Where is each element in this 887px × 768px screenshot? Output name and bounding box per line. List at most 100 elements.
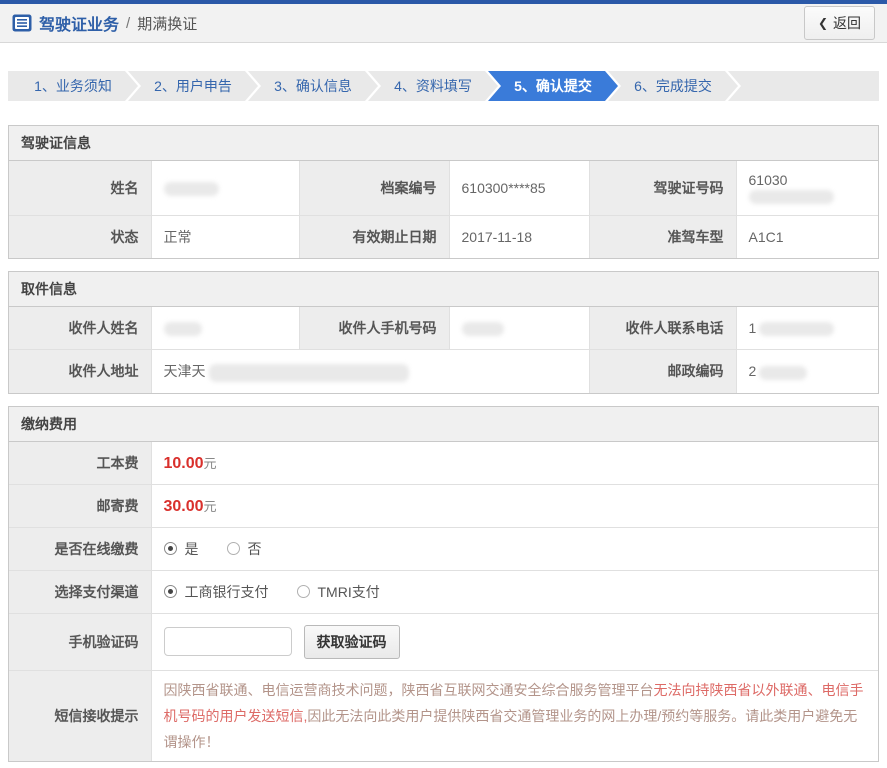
table-row: 收件人姓名 收件人手机号码 收件人联系电话 1 [8,306,879,351]
section-title: 取件信息 [9,272,878,308]
radio-option-tmri[interactable]: TMRI支付 [296,582,380,602]
radio-checked-icon[interactable] [163,585,177,599]
field-label: 工本费 [8,441,152,485]
table-row: 是否在线缴费 是 否 [8,526,879,571]
notice-segment: 因陕西省联通、电信运营商技术问题，陕西省互联网交通安全综合服务管理平台 [163,681,654,698]
field-value-prefix: 61030 [748,172,788,188]
field-label: 有效期止日期 [298,215,450,259]
page: 驾驶证业务 / 期满换证 ❮ 返回 1、业务须知 2、用户申告 3、确认信息 4… [0,0,887,768]
page-header: 驾驶证业务 / 期满换证 ❮ 返回 [0,4,887,43]
field-label: 是否在线缴费 [8,526,152,571]
step-tab-4[interactable]: 4、资料填写 [368,71,498,101]
field-label: 收件人地址 [8,349,152,394]
field-value: 2017-11-18 [448,215,590,259]
redacted-value [163,322,202,337]
section-title: 驾驶证信息 [9,126,878,161]
field-label: 档案编号 [298,160,450,217]
radio-label: TMRI支付 [317,583,380,600]
radio-checked-icon[interactable] [163,542,177,556]
sms-code-field: 获取验证码 [150,612,879,671]
radio-option-icbc[interactable]: 工商银行支付 [163,582,269,602]
radio-label: 工商银行支付 [184,583,269,600]
table-row: 收件人地址 天津天 邮政编码 2 [8,349,879,394]
get-code-button[interactable]: 获取验证码 [303,624,400,659]
page-subtitle: 期满换证 [137,15,198,33]
sms-notice-text: 因陕西省联通、电信运营商技术问题，陕西省互联网交通安全综合服务管理平台无法向持陕… [150,669,879,762]
field-label: 选择支付渠道 [8,569,152,614]
license-info-section: 驾驶证信息 姓名 档案编号 610300****85 驾驶证号码 61030 状… [8,125,879,260]
step-tab-6[interactable]: 6、完成提交 [608,71,738,101]
field-value-redacted: 1 [735,306,879,351]
field-label: 短信接收提示 [8,669,152,762]
back-button-label: 返回 [833,15,861,31]
field-value-prefix: 天津天 [163,363,206,380]
postage-fee-value: 30.00元 [150,483,879,528]
redacted-value [163,182,219,197]
radio-option-no[interactable]: 否 [226,539,262,559]
field-value-redacted [448,306,590,351]
fee-amount: 30.00 [163,497,204,515]
table-row: 短信接收提示 因陕西省联通、电信运营商技术问题，陕西省互联网交通安全综合服务管理… [8,669,879,762]
field-label: 姓名 [8,160,152,217]
field-label: 手机验证码 [8,612,152,671]
breadcrumb: 驾驶证业务 / 期满换证 [12,11,197,35]
field-value-redacted [150,306,300,351]
radio-option-yes[interactable]: 是 [163,539,199,559]
step-tabs-filler [728,71,879,101]
section-title: 缴纳费用 [9,406,878,442]
step-tab-3[interactable]: 3、确认信息 [248,71,378,101]
sms-code-input[interactable] [163,627,292,657]
redacted-value [759,322,835,337]
redacted-value [461,322,504,337]
field-label: 状态 [8,215,152,259]
table-row: 邮寄费 30.00元 [8,483,879,528]
step-tabs: 1、业务须知 2、用户申告 3、确认信息 4、资料填写 5、确认提交 6、完成提… [8,71,879,101]
field-value: A1C1 [735,215,879,259]
online-payment-options: 是 否 [150,526,879,571]
table-row: 姓名 档案编号 610300****85 驾驶证号码 61030 [8,160,879,217]
radio-label: 否 [247,540,262,557]
payment-channel-options: 工商银行支付 TMRI支付 [150,569,879,614]
table-row: 工本费 10.00元 [8,441,879,485]
pickup-info-section: 取件信息 收件人姓名 收件人手机号码 收件人联系电话 1 收件人地址 天津天 邮… [8,271,879,394]
field-label: 收件人姓名 [8,306,152,351]
field-value-redacted: 61030 [735,160,879,217]
radio-unchecked-icon[interactable] [226,542,240,556]
field-label: 收件人联系电话 [588,306,737,351]
page-title: 驾驶证业务 [39,17,120,34]
redacted-value [759,365,808,380]
chevron-left-icon: ❮ [817,16,828,30]
fee-unit: 元 [203,498,217,514]
field-value-redacted [150,160,300,217]
field-label: 准驾车型 [588,215,737,259]
table-row: 状态 正常 有效期止日期 2017-11-18 准驾车型 A1C1 [8,215,879,259]
table-row: 手机验证码 获取验证码 [8,612,879,671]
payment-section: 缴纳费用 工本费 10.00元 邮寄费 30.00元 是否在线缴费 是 否 选择… [8,405,879,762]
back-button[interactable]: ❮ 返回 [803,6,875,40]
redacted-value [208,363,409,382]
redacted-value [748,190,834,205]
field-label: 收件人手机号码 [298,306,450,351]
field-value-prefix: 2 [748,363,757,380]
payment-table: 工本费 10.00元 邮寄费 30.00元 是否在线缴费 是 否 选择支付渠道 … [8,441,879,762]
field-value-redacted: 天津天 [150,349,590,394]
license-info-table: 姓名 档案编号 610300****85 驾驶证号码 61030 状态 正常 有… [8,160,879,259]
fee-amount: 10.00 [163,454,204,472]
pickup-info-table: 收件人姓名 收件人手机号码 收件人联系电话 1 收件人地址 天津天 邮政编码 2 [8,306,879,394]
field-label: 驾驶证号码 [588,160,737,217]
field-value-redacted: 2 [735,349,879,394]
field-value-prefix: 1 [748,320,757,337]
breadcrumb-separator: / [126,14,131,32]
step-tab-1[interactable]: 1、业务须知 [8,71,138,101]
field-value: 正常 [150,215,300,259]
field-label: 邮寄费 [8,483,152,528]
field-label: 邮政编码 [588,349,737,394]
table-row: 选择支付渠道 工商银行支付 TMRI支付 [8,569,879,614]
field-value: 610300****85 [448,160,590,217]
step-tab-5-active[interactable]: 5、确认提交 [488,71,618,101]
radio-unchecked-icon[interactable] [296,585,310,599]
fee-unit: 元 [203,455,217,471]
radio-label: 是 [184,540,199,557]
step-tab-2[interactable]: 2、用户申告 [128,71,258,101]
list-icon [12,14,32,32]
